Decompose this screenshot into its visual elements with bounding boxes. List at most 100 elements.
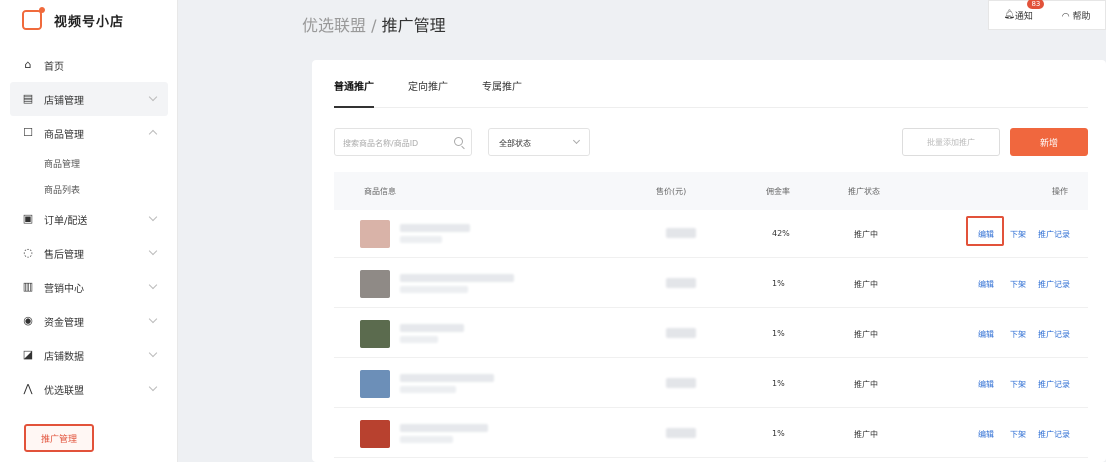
edit-link[interactable]: 编辑 [978, 279, 994, 290]
commission-rate: 1% [772, 429, 785, 438]
sidebar-item-alliance[interactable]: ⋀ 优选联盟 [10, 372, 168, 406]
sidebar-item-label: 店铺数据 [44, 351, 84, 363]
remove-link[interactable]: 下架 [1010, 279, 1026, 290]
brand: 视频号小店 [22, 7, 125, 32]
search-icon[interactable] [454, 137, 463, 146]
product-thumbnail [360, 370, 390, 398]
table-row: 1% 推广中 编辑 下架 推广记录 [334, 310, 1088, 358]
sidebar-item-label: 资金管理 [44, 317, 84, 329]
chevron-down-icon [148, 246, 158, 256]
submenu-item-goods-manage[interactable]: 商品管理 [10, 150, 168, 176]
sidebar: 视频号小店 ⌂ 首页 ▤ 店铺管理 ☐ 商品管理 商品管理 商品列表 ▣ 订单/… [0, 0, 178, 462]
sidebar-item-marketing[interactable]: ▥ 营销中心 [10, 270, 168, 304]
promotion-record-link[interactable]: 推广记录 [1038, 379, 1070, 390]
remove-link[interactable]: 下架 [1010, 329, 1026, 340]
commission-rate: 1% [772, 279, 785, 288]
batch-add-button[interactable]: 批量添加推广 [902, 128, 1000, 156]
chevron-down-icon [148, 382, 158, 392]
column-header: 操作 [1052, 187, 1068, 196]
promotion-record-link[interactable]: 推广记录 [1038, 279, 1070, 290]
table-row: 1% 推广中 编辑 下架 推广记录 [334, 360, 1088, 408]
table-row: 1% 推广中 编辑 下架 推广记录 [334, 410, 1088, 458]
sidebar-item-promotion-manage[interactable]: 推广管理 [24, 424, 94, 452]
main-panel: 普通推广 定向推广 专属推广 搜索商品名称/商品ID 全部状态 批量添加推广 新… [312, 60, 1106, 462]
promotion-status: 推广中 [854, 330, 878, 339]
price-redacted [666, 228, 696, 238]
sidebar-item-goods[interactable]: ☐ 商品管理 [10, 116, 168, 150]
chevron-down-icon [148, 92, 158, 102]
product-subtitle-redacted [400, 436, 453, 443]
commission-rate: 42% [772, 229, 790, 238]
breadcrumb-parent[interactable]: 优选联盟 [302, 16, 366, 35]
money-icon: ◉ [23, 314, 33, 327]
breadcrumb-separator: / [366, 16, 382, 35]
promotion-status: 推广中 [854, 230, 878, 239]
home-icon: ⌂ [24, 58, 32, 71]
remove-link[interactable]: 下架 [1010, 229, 1026, 240]
promotion-record-link[interactable]: 推广记录 [1038, 429, 1070, 440]
remove-link[interactable]: 下架 [1010, 379, 1026, 390]
chevron-down-icon [148, 280, 158, 290]
table-header: 商品信息 售价(元) 佣金率 推广状态 操作 [334, 172, 1088, 210]
sidebar-item-label: 商品管理 [44, 129, 84, 141]
price-redacted [666, 328, 696, 338]
column-header[interactable]: 佣金率 [766, 186, 790, 197]
edit-link[interactable]: 编辑 [978, 329, 994, 340]
product-name-redacted [400, 324, 464, 332]
sidebar-item-store[interactable]: ▤ 店铺管理 [10, 82, 168, 116]
store-icon: ▤ [22, 92, 34, 105]
edit-highlight-box [966, 216, 1004, 246]
bell-icon: 🔔︎ [1003, 10, 1015, 20]
order-icon: ▣ [22, 212, 34, 225]
promotion-status: 推广中 [854, 280, 878, 289]
tab-targeted-promotion[interactable]: 定向推广 [408, 78, 448, 107]
headset-icon: ◠ [1061, 11, 1070, 22]
remove-link[interactable]: 下架 [1010, 429, 1026, 440]
status-select[interactable]: 全部状态 [488, 128, 590, 156]
sidebar-item-data[interactable]: ◪ 店铺数据 [10, 338, 168, 372]
edit-link[interactable]: 编辑 [978, 429, 994, 440]
sidebar-item-label: 首页 [44, 61, 64, 73]
help-button[interactable]: ◠ 帮助 [1062, 9, 1091, 22]
edit-link[interactable]: 编辑 [978, 379, 994, 390]
column-header: 推广状态 [848, 187, 880, 196]
headset-icon: ◌ [23, 246, 33, 259]
price-redacted [666, 278, 696, 288]
top-right-toolbar: 🔔︎ 通知 83 ◠ 帮助 [988, 0, 1106, 30]
column-header[interactable]: 售价(元) [656, 186, 686, 197]
app-title: 视频号小店 [54, 14, 125, 30]
search-input[interactable]: 搜索商品名称/商品ID [334, 128, 472, 156]
product-subtitle-redacted [400, 286, 468, 293]
notification-button[interactable]: 🔔︎ 通知 83 [1003, 0, 1045, 22]
promotion-record-link[interactable]: 推广记录 [1038, 229, 1070, 240]
promotion-status: 推广中 [854, 430, 878, 439]
tab-exclusive-promotion[interactable]: 专属推广 [482, 78, 522, 107]
submenu-item-goods-list[interactable]: 商品列表 [10, 176, 168, 202]
sidebar-item-label: 优选联盟 [44, 385, 84, 397]
breadcrumb-current: 推广管理 [381, 16, 446, 35]
shop-logo-icon [22, 7, 45, 30]
alliance-icon: ⋀ [23, 382, 33, 395]
sidebar-item-label: 售后管理 [44, 249, 84, 261]
product-thumbnail [360, 420, 390, 448]
sidebar-item-aftersale[interactable]: ◌ 售后管理 [10, 236, 168, 270]
price-redacted [666, 378, 696, 388]
add-button[interactable]: 新增 [1010, 128, 1088, 156]
commission-rate: 1% [772, 329, 785, 338]
product-subtitle-redacted [400, 236, 442, 243]
chevron-down-icon [572, 136, 581, 145]
sidebar-item-funds[interactable]: ◉ 资金管理 [10, 304, 168, 338]
help-label: 帮助 [1072, 11, 1091, 22]
marketing-icon: ▥ [22, 280, 34, 293]
promotion-record-link[interactable]: 推广记录 [1038, 329, 1070, 340]
product-name-redacted [400, 274, 514, 282]
product-name-redacted [400, 374, 494, 382]
data-icon: ◪ [22, 348, 34, 361]
price-redacted [666, 428, 696, 438]
chevron-down-icon [148, 348, 158, 358]
product-thumbnail [360, 220, 390, 248]
product-name-redacted [400, 424, 488, 432]
sidebar-item-home[interactable]: ⌂ 首页 [10, 48, 168, 82]
tab-normal-promotion[interactable]: 普通推广 [334, 78, 374, 108]
sidebar-item-orders[interactable]: ▣ 订单/配送 [10, 202, 168, 236]
